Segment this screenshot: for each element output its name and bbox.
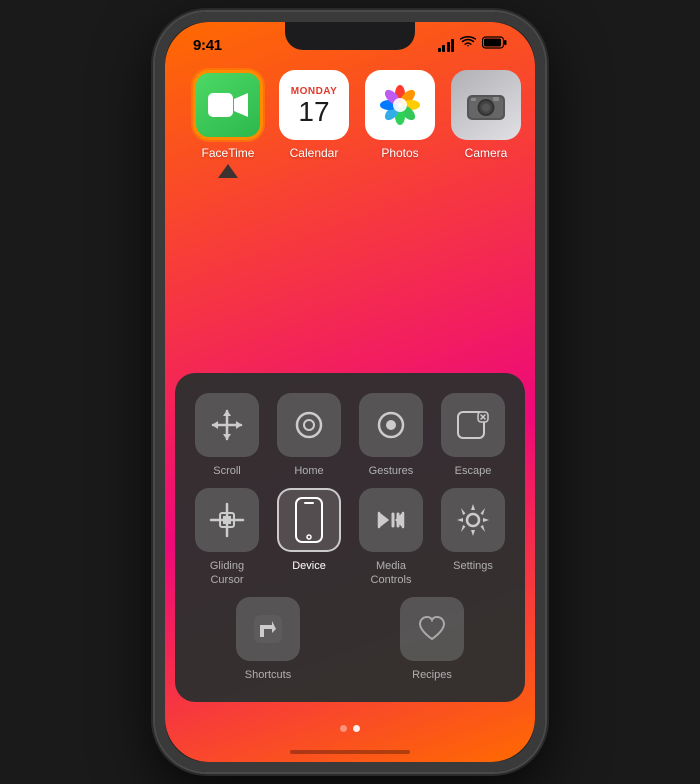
gliding-cursor-label: Gliding Cursor: [210, 560, 244, 586]
menu-item-settings[interactable]: Settings: [437, 488, 509, 586]
calendar-label: Calendar: [290, 146, 339, 160]
menu-row-1: Scroll Home: [191, 393, 509, 478]
scroll-icon-box: [195, 393, 259, 457]
battery-icon: [482, 36, 507, 54]
scroll-label: Scroll: [213, 465, 241, 478]
signal-bar-4: [451, 39, 454, 52]
calendar-day: 17: [298, 98, 329, 126]
menu-item-media-controls[interactable]: Media Controls: [355, 488, 427, 586]
menu-item-escape[interactable]: Escape: [437, 393, 509, 478]
menu-item-home[interactable]: Home: [273, 393, 345, 478]
page-dots: [340, 725, 360, 732]
facetime-app[interactable]: FaceTime: [193, 70, 263, 160]
page-dot-1: [340, 725, 347, 732]
signal-icon: [438, 39, 455, 52]
recipes-icon-box: [400, 597, 464, 661]
signal-bar-1: [438, 48, 441, 52]
escape-icon-box: [441, 393, 505, 457]
home-indicator: [290, 750, 410, 754]
status-icons: [438, 36, 508, 54]
calendar-icon[interactable]: Monday 17: [279, 70, 349, 140]
status-time: 9:41: [193, 37, 222, 54]
gliding-cursor-icon-box: [195, 488, 259, 552]
settings-label: Settings: [453, 560, 493, 573]
media-controls-icon-box: [359, 488, 423, 552]
device-icon-box: [277, 488, 341, 552]
menu-item-gestures[interactable]: Gestures: [355, 393, 427, 478]
facetime-icon[interactable]: [193, 70, 263, 140]
settings-icon-box: [441, 488, 505, 552]
signal-bar-3: [447, 42, 450, 52]
gestures-icon-box: [359, 393, 423, 457]
facetime-arrow: [218, 164, 238, 178]
calendar-app[interactable]: Monday 17 Calendar: [279, 70, 349, 160]
shortcuts-icon-box: [236, 597, 300, 661]
camera-icon[interactable]: [451, 70, 521, 140]
escape-label: Escape: [455, 465, 492, 478]
photos-label: Photos: [381, 146, 418, 160]
photos-app[interactable]: Photos: [365, 70, 435, 160]
camera-label: Camera: [465, 146, 508, 160]
signal-bar-2: [442, 45, 445, 52]
home-screen: FaceTime Monday 17 Calendar: [165, 60, 535, 170]
menu-row-3: Shortcuts Recipes: [191, 597, 509, 682]
recipes-label: Recipes: [412, 669, 452, 682]
assistive-menu: Scroll Home: [175, 373, 525, 702]
phone-container: 9:41: [155, 12, 545, 772]
menu-item-device[interactable]: Device: [273, 488, 345, 586]
wifi-icon: [460, 36, 476, 54]
screen: 9:41: [165, 22, 535, 762]
facetime-label: FaceTime: [202, 146, 255, 160]
home-icon-box: [277, 393, 341, 457]
page-dot-2: [353, 725, 360, 732]
menu-item-gliding-cursor[interactable]: Gliding Cursor: [191, 488, 263, 586]
camera-app[interactable]: Camera: [451, 70, 521, 160]
menu-row-2: Gliding Cursor Device: [191, 488, 509, 586]
home-label: Home: [294, 465, 323, 478]
menu-item-scroll[interactable]: Scroll: [191, 393, 263, 478]
device-label: Device: [292, 560, 326, 573]
menu-item-recipes[interactable]: Recipes: [400, 597, 464, 682]
gestures-label: Gestures: [369, 465, 414, 478]
photos-icon[interactable]: [365, 70, 435, 140]
shortcuts-label: Shortcuts: [245, 669, 291, 682]
media-controls-label: Media Controls: [371, 560, 412, 586]
notch: [285, 22, 415, 50]
app-grid: FaceTime Monday 17 Calendar: [185, 70, 515, 160]
menu-item-shortcuts[interactable]: Shortcuts: [236, 597, 300, 682]
